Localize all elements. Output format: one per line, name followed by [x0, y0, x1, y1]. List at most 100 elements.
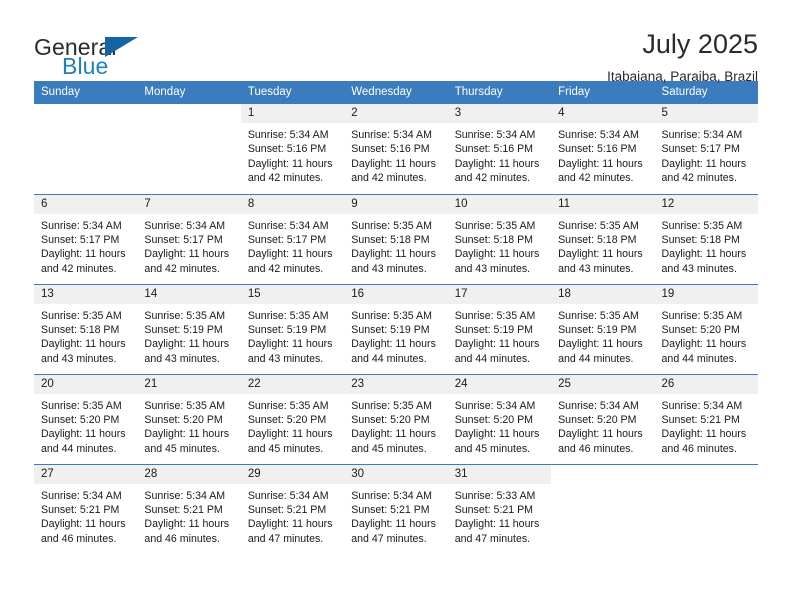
day-details: Sunrise: 5:34 AM Sunset: 5:21 PM Daylight:… — [34, 484, 137, 547]
sunset-text: Sunset: 5:21 PM — [247, 503, 327, 516]
day-number: 21 — [137, 374, 241, 394]
sunset-text: Sunset: 5:19 PM — [351, 323, 430, 336]
sunrise-text: Sunrise: 5:35 AM — [351, 219, 432, 232]
sunrise-text: Sunrise: 5:34 AM — [247, 129, 329, 141]
calendar-day-cell[interactable]: 4 Sunrise: 5:34 AM Sunset: 5:16 PM Daylight… — [551, 104, 655, 194]
calendar-day-cell[interactable]: 2 Sunrise: 5:34 AM Sunset: 5:16 PM Daylight… — [344, 104, 448, 194]
calendar-cell-empty — [654, 463, 758, 554]
calendar-day-cell[interactable]: 6 Sunrise: 5:34 AM Sunset: 5:17 PM Daylight… — [34, 193, 138, 284]
daylight-text: Daylight: 11 hours and 42 minutes. — [247, 157, 333, 185]
calendar-day-cell[interactable]: 27 Sunrise: 5:34 AM Sunset: 5:21 PM Dayligh… — [34, 463, 138, 554]
calendar-day-cell[interactable]: 7 Sunrise: 5:34 AM Sunset: 5:17 PM Daylight… — [137, 193, 241, 284]
sunrise-text: Sunrise: 5:35 AM — [144, 399, 226, 412]
daylight-text: Daylight: 11 hours and 45 minutes. — [144, 428, 230, 455]
calendar-day-cell[interactable]: 31 Sunrise: 5:33 AM Sunset: 5:21 PM Dayligh… — [447, 463, 552, 554]
sunrise-text: Sunrise: 5:35 AM — [41, 399, 122, 412]
calendar-day-cell[interactable]: 13 Sunrise: 5:35 AM Sunset: 5:18 PM Dayligh… — [34, 283, 138, 374]
calendar-day-cell[interactable]: 29 Sunrise: 5:34 AM Sunset: 5:21 PM Dayligh… — [240, 463, 345, 554]
sunrise-text: Sunrise: 5:35 AM — [558, 309, 639, 322]
sunrise-text: Sunrise: 5:35 AM — [247, 309, 329, 322]
calendar-week-row: 1 Sunrise: 5:34 AM Sunset: 5:16 PM Daylight… — [34, 104, 758, 194]
day-details: Sunrise: 5:35 AM Sunset: 5:18 PM Daylight:… — [655, 214, 758, 277]
calendar-cell-empty — [551, 463, 655, 554]
calendar-day-cell[interactable]: 1 Sunrise: 5:34 AM Sunset: 5:16 PM Daylight… — [240, 104, 345, 194]
calendar-day-cell[interactable]: 11 Sunrise: 5:35 AM Sunset: 5:18 PM Dayligh… — [551, 193, 655, 284]
daylight-text: Daylight: 11 hours and 46 minutes. — [661, 428, 747, 455]
calendar-day-cell[interactable]: 19 Sunrise: 5:35 AM Sunset: 5:20 PM Dayligh… — [654, 283, 758, 374]
day-number — [551, 465, 654, 484]
sunrise-text: Sunrise: 5:34 AM — [41, 489, 122, 502]
sunset-text: Sunset: 5:18 PM — [454, 233, 534, 246]
calendar-day-cell[interactable]: 26 Sunrise: 5:34 AM Sunset: 5:21 PM Dayligh… — [654, 373, 758, 464]
day-number: 22 — [240, 374, 345, 394]
calendar-cell-empty — [137, 104, 240, 194]
day-number: 20 — [34, 374, 138, 394]
calendar-day-cell[interactable]: 3 Sunrise: 5:34 AM Sunset: 5:16 PM Daylight… — [447, 104, 552, 194]
weekday-header: Sunday Monday Tuesday Wednesday Thursday Frid… — [34, 81, 758, 104]
sunset-text: Sunset: 5:20 PM — [454, 413, 534, 426]
calendar-day-cell[interactable]: 28 Sunrise: 5:34 AM Sunset: 5:21 PM Dayligh… — [137, 463, 241, 554]
daylight-text: Daylight: 11 hours and 44 minutes. — [41, 428, 126, 455]
daylight-text: Daylight: 11 hours and 42 minutes. — [247, 248, 333, 275]
calendar-day-cell[interactable]: 22 Sunrise: 5:35 AM Sunset: 5:20 PM Dayligh… — [240, 373, 345, 464]
day-number: 15 — [240, 284, 345, 304]
day-number: 6 — [34, 194, 138, 214]
day-number: 7 — [137, 194, 241, 214]
calendar-header-row: Sunday Monday Tuesday Wednesday Thursday Frid… — [34, 81, 758, 104]
calendar-day-cell[interactable]: 16 Sunrise: 5:35 AM Sunset: 5:19 PM Dayligh… — [344, 283, 448, 374]
day-number: 26 — [654, 374, 758, 394]
sunset-text: Sunset: 5:18 PM — [661, 233, 740, 246]
calendar-day-cell[interactable]: 9 Sunrise: 5:35 AM Sunset: 5:18 PM Daylight… — [344, 193, 448, 284]
sunset-text: Sunset: 5:21 PM — [454, 503, 534, 516]
day-details: Sunrise: 5:34 AM Sunset: 5:16 PM Daylight:… — [551, 123, 654, 186]
daylight-text: Daylight: 11 hours and 43 minutes. — [41, 338, 126, 365]
day-number: 1 — [240, 104, 345, 123]
day-number: 14 — [137, 284, 241, 304]
sunrise-text: Sunrise: 5:35 AM — [558, 219, 639, 232]
sunrise-text: Sunrise: 5:34 AM — [661, 399, 743, 412]
sunset-text: Sunset: 5:18 PM — [41, 323, 120, 336]
sunrise-text: Sunrise: 5:35 AM — [351, 399, 432, 412]
sunrise-text: Sunrise: 5:35 AM — [661, 219, 743, 232]
calendar-day-cell[interactable]: 12 Sunrise: 5:35 AM Sunset: 5:18 PM Dayligh… — [654, 193, 758, 284]
day-details: Sunrise: 5:34 AM Sunset: 5:17 PM Daylight:… — [241, 214, 344, 277]
calendar-day-cell[interactable]: 10 Sunrise: 5:35 AM Sunset: 5:18 PM Dayligh… — [447, 193, 552, 284]
day-number: 25 — [551, 374, 655, 394]
calendar-day-cell[interactable]: 14 Sunrise: 5:35 AM Sunset: 5:19 PM Dayligh… — [137, 283, 241, 374]
sunrise-text: Sunrise: 5:34 AM — [454, 129, 536, 141]
day-details: Sunrise: 5:35 AM Sunset: 5:19 PM Daylight:… — [344, 304, 447, 367]
sunset-text: Sunset: 5:19 PM — [454, 323, 534, 336]
day-details: Sunrise: 5:35 AM Sunset: 5:18 PM Daylight:… — [448, 214, 551, 277]
weekday-header-saturday: Saturday — [654, 81, 758, 104]
calendar-day-cell[interactable]: 30 Sunrise: 5:34 AM Sunset: 5:21 PM Dayligh… — [344, 463, 448, 554]
day-details: Sunrise: 5:34 AM Sunset: 5:16 PM Daylight:… — [344, 123, 447, 186]
day-details: Sunrise: 5:35 AM Sunset: 5:18 PM Daylight:… — [34, 304, 137, 367]
sunset-text: Sunset: 5:20 PM — [144, 413, 223, 426]
calendar-day-cell[interactable]: 20 Sunrise: 5:35 AM Sunset: 5:20 PM Dayligh… — [34, 373, 138, 464]
sunset-text: Sunset: 5:16 PM — [558, 143, 637, 156]
day-details: Sunrise: 5:34 AM Sunset: 5:17 PM Daylight:… — [137, 214, 240, 277]
sunset-text: Sunset: 5:18 PM — [558, 233, 637, 246]
calendar-day-cell[interactable]: 23 Sunrise: 5:35 AM Sunset: 5:20 PM Dayligh… — [344, 373, 448, 464]
sunset-text: Sunset: 5:21 PM — [661, 413, 740, 426]
sunrise-text: Sunrise: 5:34 AM — [144, 489, 226, 502]
calendar-day-cell[interactable]: 18 Sunrise: 5:35 AM Sunset: 5:19 PM Dayligh… — [551, 283, 655, 374]
weekday-header-wednesday: Wednesday — [344, 81, 448, 104]
general-blue-logo[interactable]: General Blue — [34, 28, 234, 80]
daylight-text: Daylight: 11 hours and 42 minutes. — [41, 248, 126, 275]
sunrise-text: Sunrise: 5:34 AM — [351, 489, 432, 502]
calendar-day-cell[interactable]: 17 Sunrise: 5:35 AM Sunset: 5:19 PM Dayligh… — [447, 283, 552, 374]
calendar-day-cell[interactable]: 5 Sunrise: 5:34 AM Sunset: 5:17 PM Daylight… — [654, 104, 758, 194]
sunrise-text: Sunrise: 5:35 AM — [144, 309, 226, 322]
day-details: Sunrise: 5:35 AM Sunset: 5:19 PM Daylight:… — [551, 304, 654, 367]
daylight-text: Daylight: 11 hours and 44 minutes. — [454, 338, 540, 365]
calendar-day-cell[interactable]: 8 Sunrise: 5:34 AM Sunset: 5:17 PM Daylight… — [240, 193, 345, 284]
sunrise-text: Sunrise: 5:34 AM — [351, 129, 432, 141]
day-number: 4 — [551, 104, 655, 123]
daylight-text: Daylight: 11 hours and 42 minutes. — [558, 157, 643, 185]
calendar-day-cell[interactable]: 25 Sunrise: 5:34 AM Sunset: 5:20 PM Dayligh… — [551, 373, 655, 464]
daylight-text: Daylight: 11 hours and 43 minutes. — [454, 248, 540, 275]
calendar-day-cell[interactable]: 15 Sunrise: 5:35 AM Sunset: 5:19 PM Dayligh… — [240, 283, 345, 374]
calendar-day-cell[interactable]: 21 Sunrise: 5:35 AM Sunset: 5:20 PM Dayligh… — [137, 373, 241, 464]
calendar-day-cell[interactable]: 24 Sunrise: 5:34 AM Sunset: 5:20 PM Dayligh… — [447, 373, 552, 464]
